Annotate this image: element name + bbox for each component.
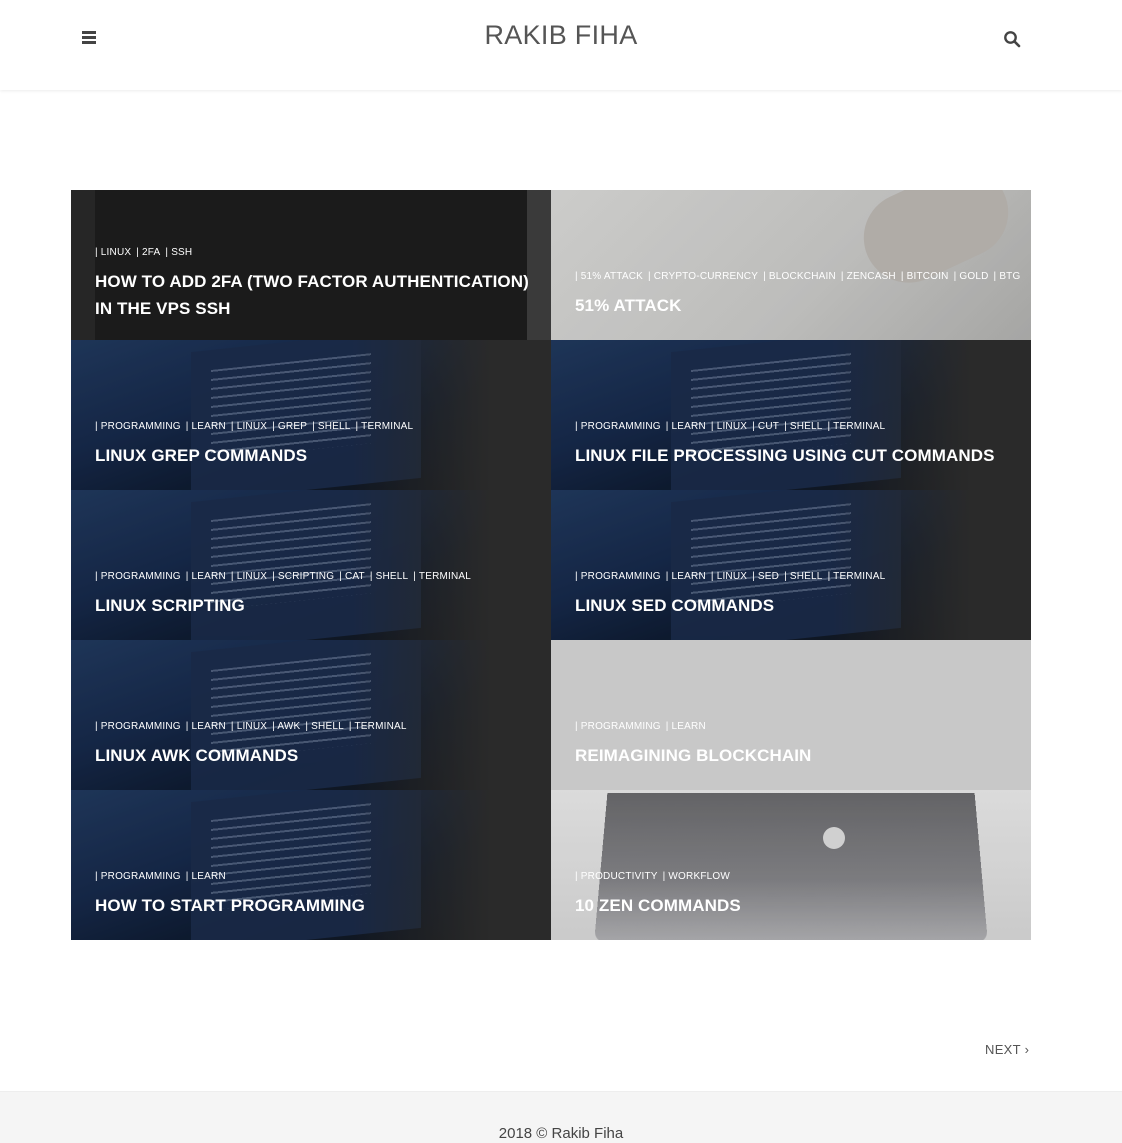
post-title[interactable]: LINUX AWK COMMANDS — [95, 742, 541, 769]
tag-link[interactable]: ZENCASH — [841, 271, 896, 282]
tag-link[interactable]: LEARN — [666, 571, 706, 582]
tag-link[interactable]: AWK — [272, 721, 300, 732]
tag-link[interactable]: PROGRAMMING — [575, 421, 661, 432]
tag-link[interactable]: PROGRAMMING — [575, 721, 661, 732]
tag-link[interactable]: LEARN — [186, 721, 226, 732]
site-brand[interactable]: RAKIB FIHA — [0, 20, 1122, 51]
chevron-right-icon: › — [1024, 1042, 1030, 1057]
tag-link[interactable]: TERMINAL — [356, 421, 414, 432]
post-card[interactable]: LINUX 2FA SSH HOW TO ADD 2FA (TWO FACTOR A… — [71, 190, 551, 340]
tag-link[interactable]: PROGRAMMING — [95, 571, 181, 582]
post-card[interactable]: PROGRAMMING LEARN LINUX GREP SHELL TERMINAL L… — [71, 340, 551, 490]
tag-link[interactable]: LINUX — [95, 247, 131, 258]
post-card[interactable]: PROGRAMMING LEARN HOW TO START PROGRAMMIN… — [71, 790, 551, 940]
post-title[interactable]: LINUX SED COMMANDS — [575, 592, 1021, 619]
tag-link[interactable]: BTG — [994, 271, 1021, 282]
tag-link[interactable]: LEARN — [666, 721, 706, 732]
tag-link[interactable]: 51% ATTACK — [575, 271, 643, 282]
post-card[interactable]: PROGRAMMING LEARN LINUX AWK SHELL TERMINAL LI… — [71, 640, 551, 790]
tag-link[interactable]: TERMINAL — [828, 571, 886, 582]
post-card[interactable]: PROGRAMMING LEARN LINUX CUT SHELL TERMINAL LI… — [551, 340, 1031, 490]
copyright-text: 2018 © Rakib Fiha — [498, 1125, 624, 1142]
post-title[interactable]: LINUX FILE PROCESSING USING CUT COMMANDS — [575, 442, 1021, 469]
tag-link[interactable]: TERMINAL — [349, 721, 407, 732]
tag-link[interactable]: LEARN — [186, 571, 226, 582]
post-tags: PROGRAMMING LEARN LINUX AWK SHELL TERMINAL — [95, 720, 541, 733]
tag-link[interactable]: SHELL — [370, 571, 408, 582]
tag-link[interactable]: LEARN — [666, 421, 706, 432]
tag-link[interactable]: SCRIPTING — [272, 571, 334, 582]
tag-link[interactable]: SHELL — [784, 571, 822, 582]
tag-link[interactable]: PROGRAMMING — [95, 421, 181, 432]
post-card[interactable]: PROGRAMMING LEARN LINUX SCRIPTING CAT SHELL TE… — [71, 490, 551, 640]
posts-grid: LINUX 2FA SSH HOW TO ADD 2FA (TWO FACTOR A… — [71, 190, 1031, 940]
tag-link[interactable]: GOLD — [954, 271, 989, 282]
tag-link[interactable]: TERMINAL — [413, 571, 471, 582]
tag-link[interactable]: PROGRAMMING — [95, 721, 181, 732]
post-card[interactable]: PROGRAMMING LEARN LINUX SED SHELL TERMINAL LI… — [551, 490, 1031, 640]
tag-link[interactable]: LINUX — [711, 421, 747, 432]
post-card[interactable]: PRODUCTIVITY WORKFLOW 10 ZEN COMMANDS — [551, 790, 1031, 940]
tag-link[interactable]: SED — [752, 571, 779, 582]
post-title[interactable]: REIMAGINING BLOCKCHAIN — [575, 742, 1021, 769]
tag-link[interactable]: CRYPTO-CURRENCY — [648, 271, 758, 282]
tag-link[interactable]: 2FA — [136, 247, 160, 258]
tag-link[interactable]: LINUX — [711, 571, 747, 582]
tag-link[interactable]: LEARN — [186, 871, 226, 882]
next-page-link[interactable]: NEXT › — [985, 1042, 1029, 1057]
tag-link[interactable]: LINUX — [231, 571, 267, 582]
post-tags: PROGRAMMING LEARN — [95, 870, 541, 883]
tag-link[interactable]: PRODUCTIVITY — [575, 871, 658, 882]
post-title[interactable]: LINUX SCRIPTING — [95, 592, 541, 619]
search-icon[interactable] — [1003, 30, 1023, 50]
tag-link[interactable]: CAT — [339, 571, 365, 582]
tag-link[interactable]: BITCOIN — [901, 271, 949, 282]
tag-link[interactable]: GREP — [272, 421, 307, 432]
tag-link[interactable]: PROGRAMMING — [95, 871, 181, 882]
tag-link[interactable]: SSH — [165, 247, 192, 258]
site-header: RAKIB FIHA — [0, 0, 1122, 90]
tag-link[interactable]: LINUX — [231, 421, 267, 432]
post-tags: PROGRAMMING LEARN LINUX GREP SHELL TERMINAL — [95, 420, 541, 433]
tag-link[interactable]: BLOCKCHAIN — [763, 271, 836, 282]
post-tags: LINUX 2FA SSH — [95, 246, 541, 259]
tag-link[interactable]: LINUX — [231, 721, 267, 732]
post-tags: PROGRAMMING LEARN LINUX SED SHELL TERMINAL — [575, 570, 1021, 583]
post-tags: PROGRAMMING LEARN LINUX CUT SHELL TERMINAL — [575, 420, 1021, 433]
post-title[interactable]: HOW TO START PROGRAMMING — [95, 892, 541, 919]
tag-link[interactable]: SHELL — [784, 421, 822, 432]
post-tags: 51% ATTACK CRYPTO-CURRENCY BLOCKCHAIN ZENCA… — [575, 270, 1021, 283]
site-footer: 2018 © Rakib Fiha — [0, 1091, 1122, 1143]
tag-link[interactable]: LEARN — [186, 421, 226, 432]
post-title[interactable]: HOW TO ADD 2FA (TWO FACTOR AUTHENTICATIO… — [95, 268, 541, 322]
post-title[interactable]: 51% ATTACK — [575, 292, 1021, 319]
tag-link[interactable]: PROGRAMMING — [575, 571, 661, 582]
post-tags: PROGRAMMING LEARN LINUX SCRIPTING CAT SHELL TE… — [95, 570, 541, 583]
post-title[interactable]: LINUX GREP COMMANDS — [95, 442, 541, 469]
tag-link[interactable]: WORKFLOW — [663, 871, 730, 882]
post-tags: PROGRAMMING LEARN — [575, 720, 1021, 733]
tag-link[interactable]: SHELL — [305, 721, 343, 732]
tag-link[interactable]: CUT — [752, 421, 779, 432]
post-card[interactable]: 51% ATTACK CRYPTO-CURRENCY BLOCKCHAIN ZENCA… — [551, 190, 1031, 340]
tag-link[interactable]: TERMINAL — [828, 421, 886, 432]
post-title[interactable]: 10 ZEN COMMANDS — [575, 892, 1021, 919]
post-tags: PRODUCTIVITY WORKFLOW — [575, 870, 1021, 883]
post-card[interactable]: PROGRAMMING LEARN REIMAGINING BLOCKCHAIN — [551, 640, 1031, 790]
next-page-label: NEXT — [985, 1042, 1021, 1057]
tag-link[interactable]: SHELL — [312, 421, 350, 432]
